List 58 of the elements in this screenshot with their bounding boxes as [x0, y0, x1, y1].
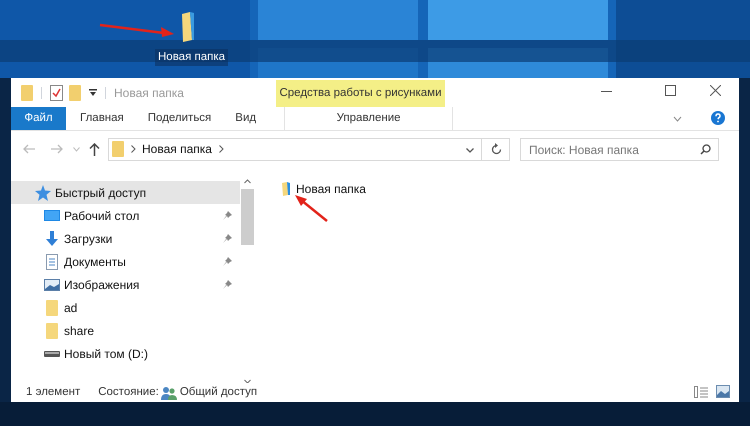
- sidebar-item[interactable]: Новый том (D:): [11, 342, 240, 365]
- pin-icon[interactable]: [223, 211, 232, 220]
- download-icon: [44, 230, 60, 246]
- dropdown-icon[interactable]: [89, 88, 97, 96]
- folder-icon: [44, 300, 60, 316]
- breadcrumb[interactable]: Новая папка: [142, 140, 212, 158]
- pin-icon[interactable]: [223, 257, 232, 266]
- maximize-icon[interactable]: [665, 85, 676, 96]
- arrow: [293, 193, 329, 223]
- item-count: 1 элемент: [26, 384, 80, 400]
- search-field[interactable]: Поиск: Новая папка: [520, 138, 719, 161]
- dropdown-icon[interactable]: [466, 148, 474, 152]
- details-view-icon[interactable]: [694, 386, 708, 398]
- star-icon: [35, 184, 51, 200]
- refresh-icon[interactable]: [491, 142, 502, 154]
- sidebar-item[interactable]: ad: [11, 296, 240, 319]
- help-icon[interactable]: [711, 111, 725, 125]
- sidebar-item[interactable]: share: [11, 319, 240, 342]
- folder-icon[interactable]: [180, 12, 194, 42]
- address-bar[interactable]: Новая папка: [108, 138, 510, 160]
- chevron-icon[interactable]: [218, 145, 224, 153]
- status-label: Состояние:: [98, 384, 159, 400]
- drive-icon: [44, 350, 60, 356]
- folder-icon: [282, 182, 290, 196]
- folder-icon: [112, 141, 124, 157]
- pin-icon[interactable]: [223, 280, 232, 289]
- large-icons-view-icon[interactable]: [716, 385, 730, 398]
- ribbon-tab[interactable]: Вид: [223, 107, 268, 130]
- file-item[interactable]: Новая папка: [282, 179, 739, 199]
- contextual-tab-group: Средства работы с рисунками: [276, 80, 445, 107]
- properties-icon[interactable]: [50, 84, 63, 100]
- pin-icon[interactable]: [223, 234, 232, 243]
- folder-icon: [44, 322, 60, 338]
- people-icon: [160, 386, 177, 400]
- chevron-icon[interactable]: [131, 145, 136, 153]
- document-icon: [44, 254, 60, 270]
- sidebar-item[interactable]: Быстрый доступ: [11, 181, 240, 204]
- close-icon[interactable]: [710, 85, 721, 96]
- up-icon[interactable]: [89, 142, 100, 156]
- sidebar-item[interactable]: Рабочий стол: [11, 204, 240, 227]
- search-icon[interactable]: [700, 144, 711, 154]
- scrollbar-thumb[interactable]: [241, 189, 254, 245]
- sharing-status: Общий доступ: [180, 384, 258, 400]
- chevron-icon[interactable]: [673, 116, 682, 122]
- scroll-up-icon[interactable]: [244, 179, 251, 184]
- ribbon-tab[interactable]: Поделиться: [136, 107, 224, 130]
- sidebar-item[interactable]: Загрузки: [11, 227, 240, 250]
- monitor-icon: [44, 208, 60, 224]
- scroll-down-icon[interactable]: [244, 379, 251, 383]
- window-title: Новая папка: [114, 84, 184, 102]
- sidebar-item[interactable]: Изображения: [11, 273, 240, 296]
- ribbon-tab[interactable]: Управление: [284, 107, 454, 130]
- image-icon: [44, 276, 60, 292]
- ribbon-tab[interactable]: Главная: [68, 107, 136, 130]
- minimize-icon[interactable]: [601, 91, 612, 93]
- file-tab[interactable]: Файл: [11, 107, 66, 130]
- desktop-icon-label[interactable]: Новая папка: [155, 49, 228, 66]
- sidebar-item[interactable]: Документы: [11, 250, 240, 273]
